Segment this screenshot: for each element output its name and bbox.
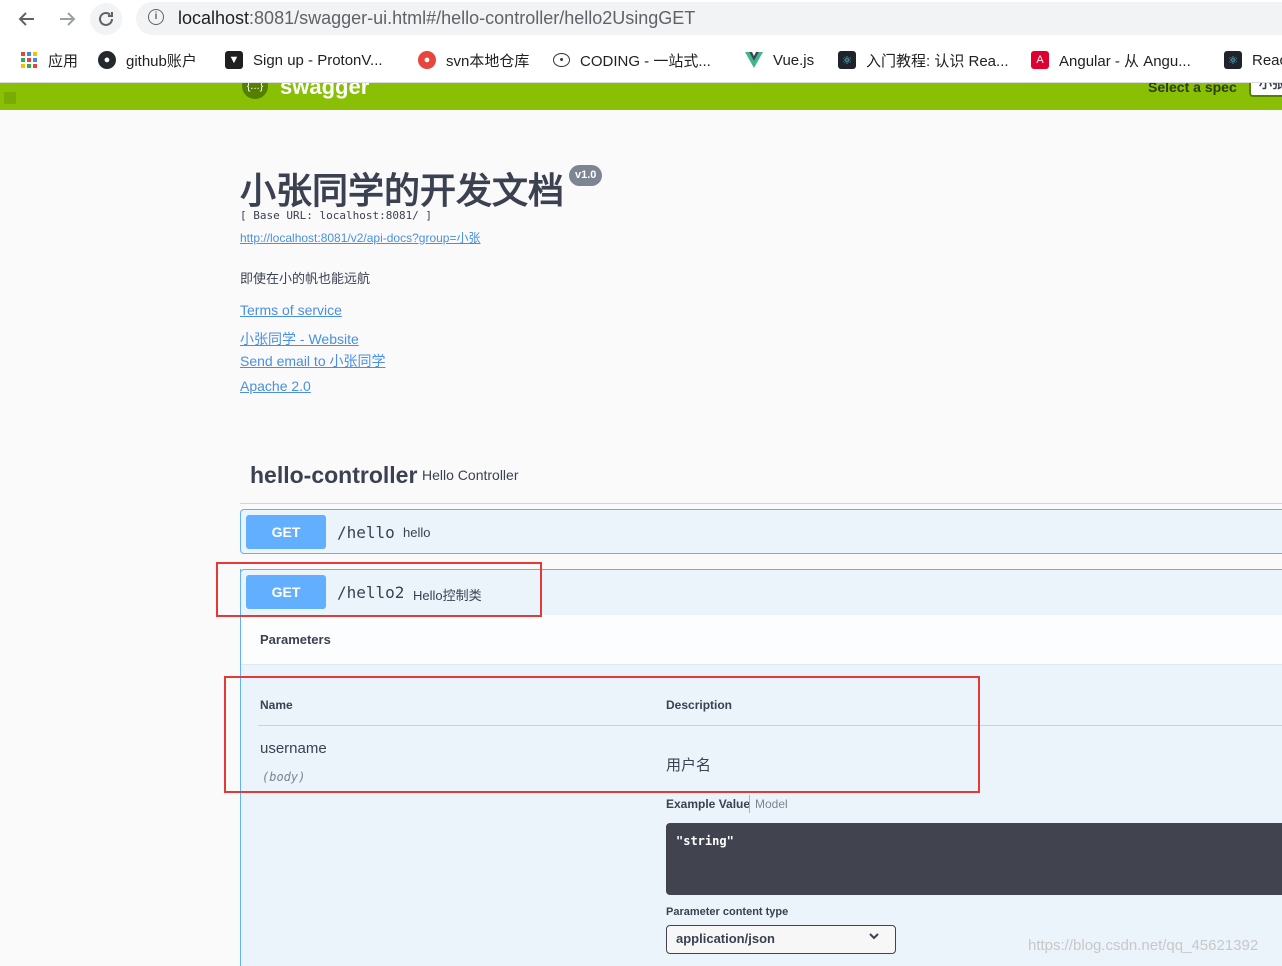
reload-icon xyxy=(99,11,113,26)
bookmark-vue[interactable]: Vue.js xyxy=(745,48,814,72)
angular-icon: A xyxy=(1031,51,1049,69)
example-code-block[interactable] xyxy=(666,823,1282,895)
coding-icon: • xyxy=(553,53,570,67)
react-icon: ⚛ xyxy=(838,51,856,69)
website-link[interactable]: 小张同学 - Website xyxy=(240,329,359,349)
operation-hello[interactable]: GET /hello hello xyxy=(240,509,1282,554)
tag-divider xyxy=(240,503,1282,504)
watermark: https://blog.csdn.net/qq_45621392 xyxy=(1028,937,1259,954)
api-description: 即使在小的帆也能远航 xyxy=(240,271,371,286)
forward-arrow-icon[interactable] xyxy=(52,4,82,34)
operation-summary: hello xyxy=(403,525,431,540)
swagger-logo-icon[interactable]: {...} xyxy=(242,83,268,99)
bookmark-react-tutorial[interactable]: ⚛ 入门教程: 认识 Rea... xyxy=(838,48,1009,72)
svn-icon: ● xyxy=(418,51,436,69)
protonvpn-icon: ▼ xyxy=(225,51,243,69)
bookmark-protonvpn[interactable]: ▼ Sign up - ProtonV... xyxy=(225,48,383,72)
annotation-box-parameters xyxy=(224,676,980,793)
site-info-icon[interactable]: i xyxy=(148,9,164,25)
operation-path: /hello xyxy=(337,523,395,542)
bookmark-label: Angular - 从 Angu... xyxy=(1059,52,1191,70)
annotation-box-operation xyxy=(216,562,542,617)
bookmark-label: CODING - 一站式... xyxy=(580,52,711,70)
browser-toolbar: i localhost:8081/swagger-ui.html#/hello-… xyxy=(0,0,1282,38)
model-tab[interactable]: Model xyxy=(755,797,788,811)
bookmark-label: svn本地仓库 xyxy=(446,52,530,70)
bookmarks-bar: 应用 ● github账户 ▼ Sign up - ProtonV... ● s… xyxy=(0,38,1282,83)
version-badge: v1.0 xyxy=(569,165,603,186)
example-value-tab[interactable]: Example Value xyxy=(666,797,750,811)
parameters-title: Parameters xyxy=(260,632,331,647)
swagger-topbar: {...} swagger Select a spec 小张 xyxy=(0,83,1282,110)
api-docs-link[interactable]: http://localhost:8081/v2/api-docs?group=… xyxy=(240,229,480,246)
license-link[interactable]: Apache 2.0 xyxy=(240,378,311,394)
bookmark-label: Sign up - ProtonV... xyxy=(253,51,383,69)
url-text[interactable]: localhost:8081/swagger-ui.html#/hello-co… xyxy=(178,8,695,29)
reload-button[interactable] xyxy=(90,3,122,35)
content-type-value: application/json xyxy=(676,931,775,946)
method-badge: GET xyxy=(246,515,326,549)
content-type-label: Parameter content type xyxy=(666,906,789,918)
bookmark-label: github账户 xyxy=(126,52,197,70)
apps-grid-icon xyxy=(20,51,38,69)
tag-description: Hello Controller xyxy=(422,467,519,483)
bookmark-label: Vue.js xyxy=(773,51,815,69)
email-link[interactable]: Send email to 小张同学 xyxy=(240,351,386,371)
bookmark-react[interactable]: ⚛ Reac xyxy=(1224,48,1282,72)
parameters-header xyxy=(241,614,1282,665)
tab-separator xyxy=(749,795,750,813)
bookmark-apps[interactable]: 应用 xyxy=(20,48,78,72)
url-path: :8081/swagger-ui.html#/hello-controller/… xyxy=(249,8,696,28)
bookmark-label: 入门教程: 认识 Rea... xyxy=(866,52,1009,70)
bookmark-label: 应用 xyxy=(48,52,79,70)
url-host: localhost xyxy=(178,8,250,28)
swagger-logo-text[interactable]: swagger xyxy=(280,83,369,100)
back-arrow-icon[interactable] xyxy=(12,4,42,34)
github-icon: ● xyxy=(98,51,116,69)
vue-icon xyxy=(745,51,763,69)
base-url: [ Base URL: localhost:8081/ ] xyxy=(240,209,433,222)
bookmark-github[interactable]: ● github账户 xyxy=(98,48,197,72)
bookmark-coding[interactable]: • CODING - 一站式... xyxy=(553,48,711,72)
spec-select-label: Select a spec xyxy=(1148,83,1237,95)
bookmark-svn[interactable]: ● svn本地仓库 xyxy=(418,48,529,72)
react-icon: ⚛ xyxy=(1224,51,1242,69)
topbar-marker xyxy=(4,92,16,104)
bookmark-angular[interactable]: A Angular - 从 Angu... xyxy=(1031,48,1191,72)
example-code: "string" xyxy=(676,834,734,848)
terms-of-service-link[interactable]: Terms of service xyxy=(240,302,342,318)
tag-name[interactable]: hello-controller xyxy=(250,462,417,489)
spec-select[interactable]: 小张 xyxy=(1249,83,1282,97)
chevron-down-icon xyxy=(868,929,880,945)
bookmark-label: Reac xyxy=(1252,51,1282,69)
page-title: 小张同学的开发文档 xyxy=(240,170,565,211)
